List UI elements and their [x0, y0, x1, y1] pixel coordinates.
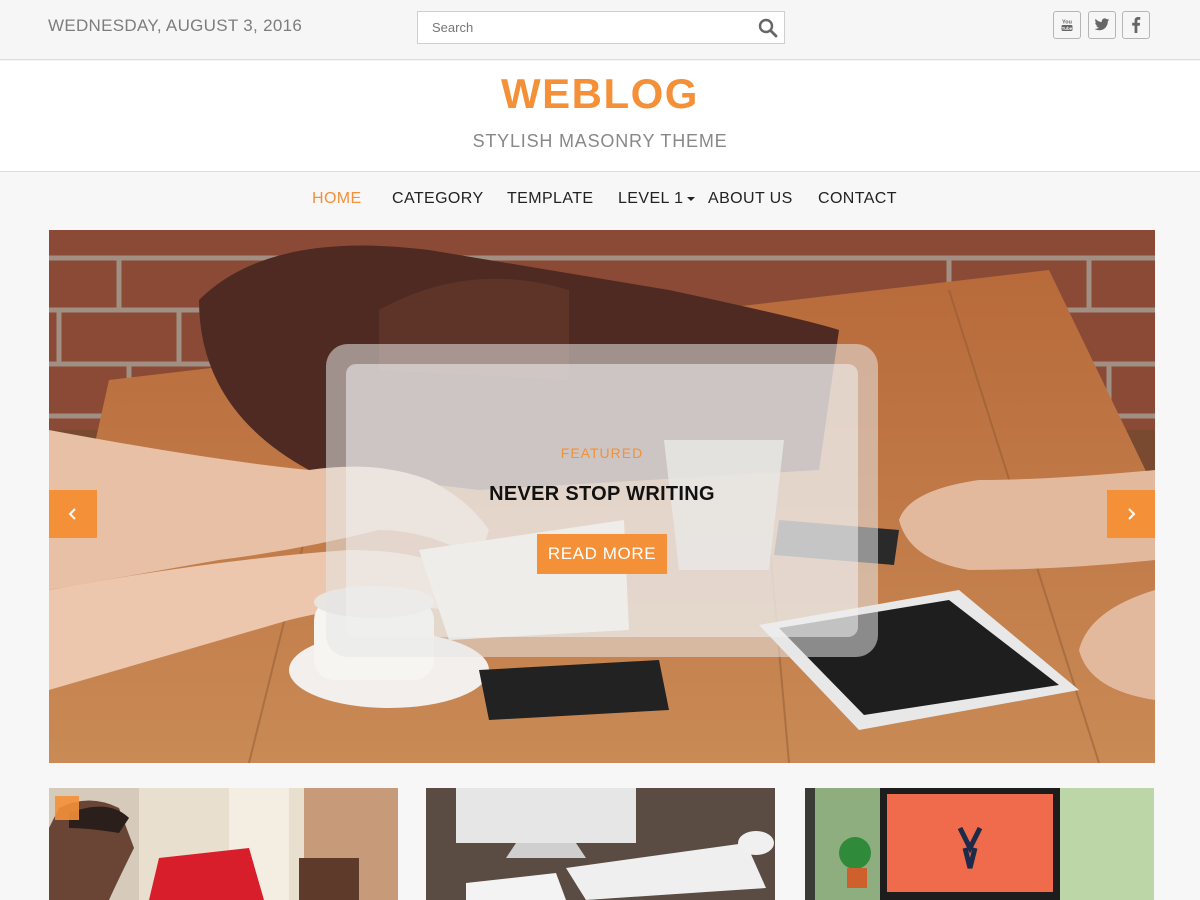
site-branding: WEBLOG STYLISH MASONRY THEME [0, 61, 1200, 172]
post-thumbnail[interactable] [426, 788, 775, 900]
chevron-down-icon [687, 196, 696, 201]
nav-item-template[interactable]: TEMPLATE [507, 190, 593, 208]
twitter-icon[interactable] [1088, 11, 1116, 39]
nav-item-category[interactable]: CATEGORY [392, 190, 484, 208]
post-thumbnail-image [49, 788, 398, 900]
youtube-icon[interactable]: You Tube [1053, 11, 1081, 39]
nav-item-about-us[interactable]: ABOUT US [708, 190, 793, 208]
top-bar: WEDNESDAY, AUGUST 3, 2016 YouTube [0, 0, 1200, 60]
nav-item-level-1[interactable]: LEVEL 1 [618, 190, 696, 208]
svg-text:Tube: Tube [1062, 26, 1073, 31]
slide-title[interactable]: NEVER STOP WRITING [326, 483, 878, 506]
svg-text:You: You [1062, 20, 1072, 26]
slide-category[interactable]: FEATURED [326, 445, 878, 461]
site-title[interactable]: WEBLOG [0, 70, 1200, 118]
nav-item-contact[interactable]: CONTACT [818, 190, 897, 208]
post-format-badge [55, 796, 79, 820]
post-thumbnail[interactable] [49, 788, 398, 900]
search-form [417, 11, 785, 44]
chevron-right-icon [1128, 508, 1136, 520]
search-input[interactable] [418, 12, 748, 43]
main-navigation: HOME CATEGORY TEMPLATE LEVEL 1 ABOUT US … [0, 173, 1200, 227]
site-tagline: STYLISH MASONRY THEME [472, 131, 728, 151]
post-thumbnail-image [426, 788, 775, 900]
facebook-icon[interactable] [1122, 11, 1150, 39]
slider-next-button[interactable] [1107, 490, 1155, 538]
current-date: WEDNESDAY, AUGUST 3, 2016 [48, 16, 303, 35]
nav-item-level-1-label: LEVEL 1 [618, 190, 684, 207]
slider-prev-button[interactable] [49, 490, 97, 538]
post-thumbnail[interactable] [805, 788, 1154, 900]
post-thumbnail-image [805, 788, 1154, 900]
search-icon[interactable] [758, 18, 778, 38]
nav-item-home[interactable]: HOME [312, 190, 362, 208]
chevron-left-icon [68, 508, 76, 520]
slide-caption-box: FEATURED NEVER STOP WRITING READ MORE [326, 344, 878, 657]
featured-slider: FEATURED NEVER STOP WRITING READ MORE [49, 230, 1155, 763]
read-more-button[interactable]: READ MORE [537, 534, 667, 574]
